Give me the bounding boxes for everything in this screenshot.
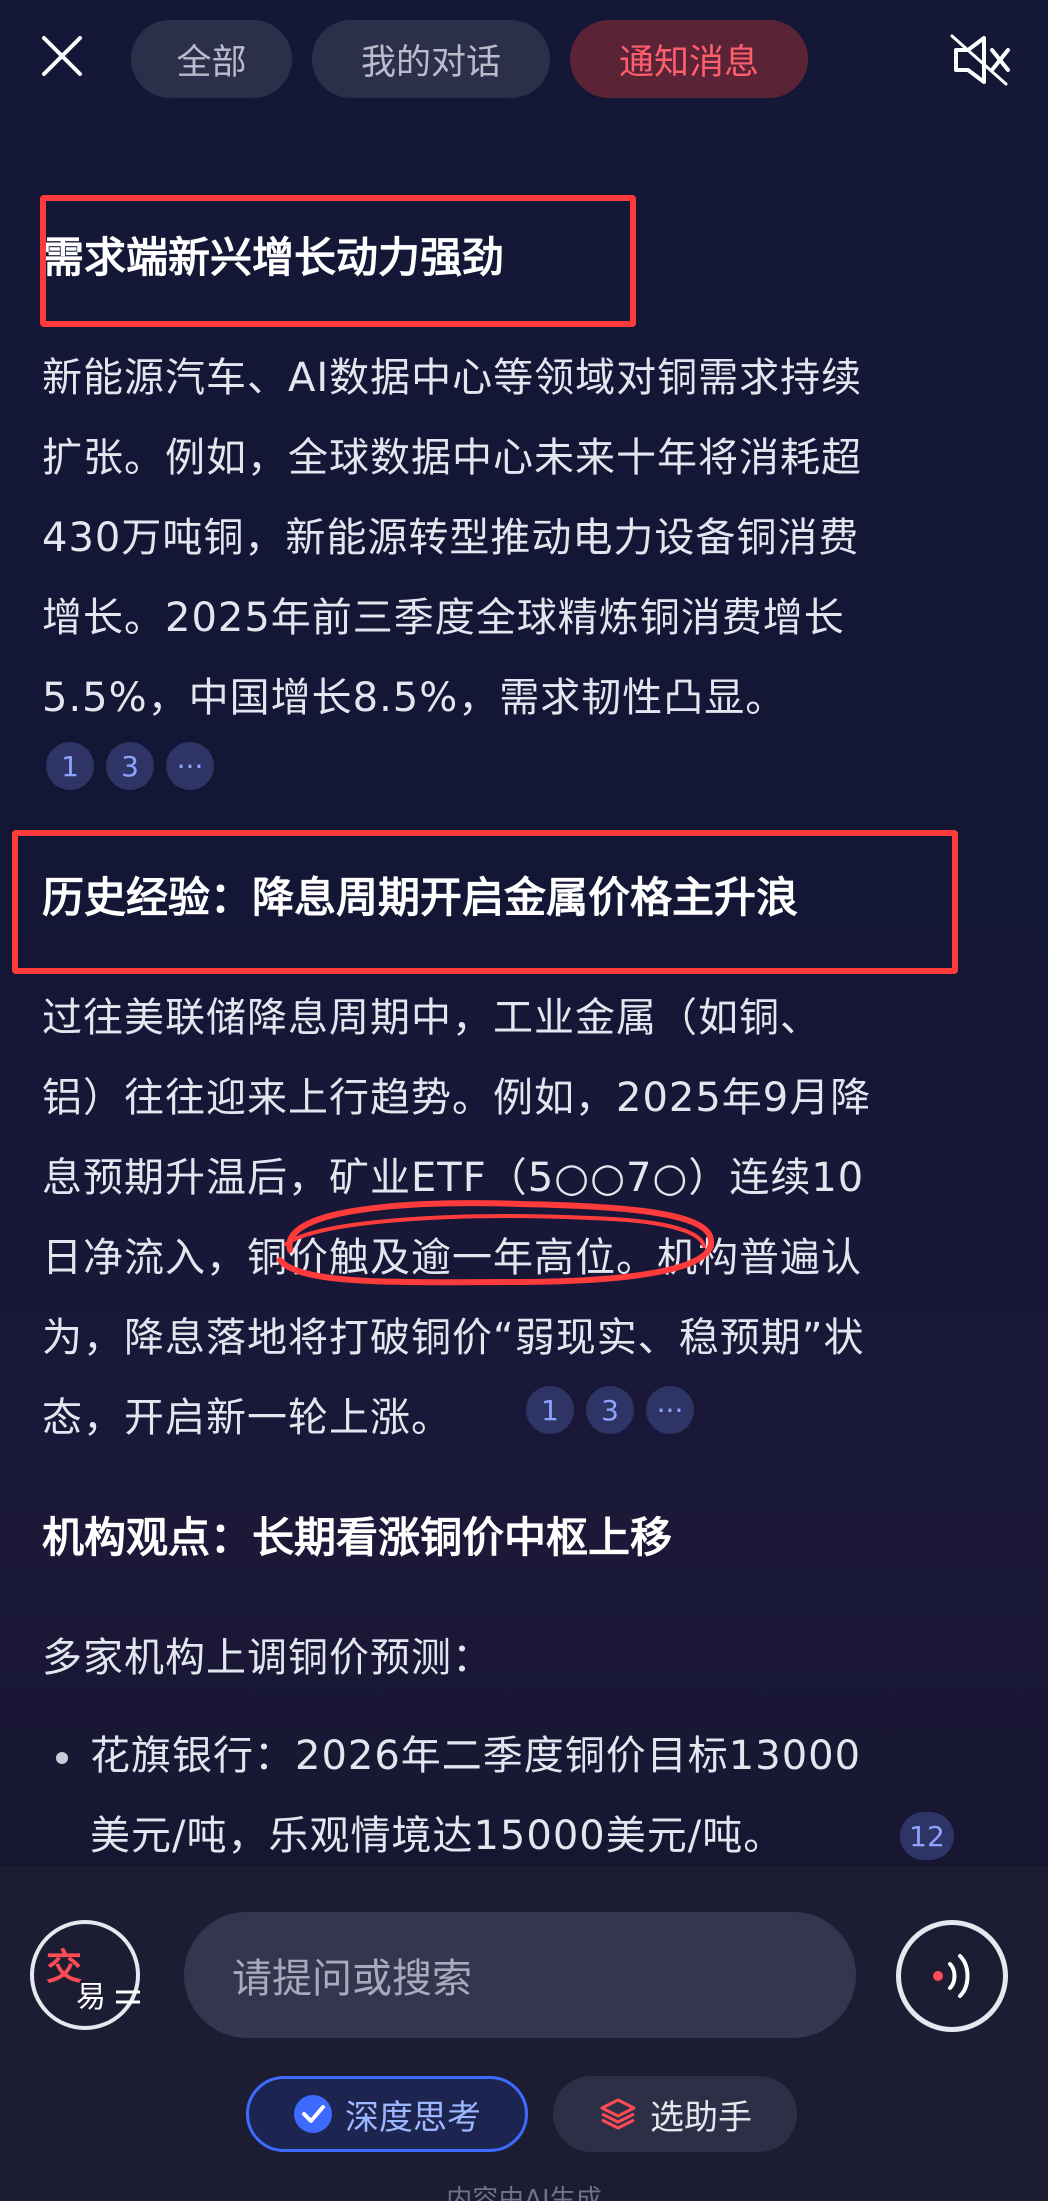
paragraph-line: 为，降息落地将打破铜价“弱现实、稳预期”状: [42, 1315, 865, 1361]
mute-button[interactable]: [942, 22, 1018, 98]
top-bar: 全部 我的对话 通知消息: [0, 0, 1048, 120]
paragraph-line: 5.5%，中国增长8.5%，需求韧性凸显。: [42, 675, 787, 721]
check-circle-icon: [294, 2095, 332, 2133]
composer-panel: 交 易 请提问或搜索 深度思考 选助手 内容由AI生成: [0, 1866, 1048, 2201]
close-button[interactable]: [32, 26, 92, 86]
speaker-muted-icon: [950, 34, 1010, 86]
tab-all[interactable]: 全部: [131, 20, 292, 98]
paragraph-line: 扩张。例如，全球数据中心未来十年将消耗超: [42, 435, 862, 481]
reference-badges: 1 3 ···: [526, 1386, 694, 1434]
switch-icon: [116, 1990, 140, 2004]
bullet-line: 花旗银行：2026年二季度铜价目标13000: [90, 1733, 862, 1779]
reference-badge[interactable]: 12: [900, 1812, 954, 1860]
bullet-line: 美元/吨，乐观情境达15000美元/吨。: [90, 1813, 785, 1859]
reference-badge[interactable]: 1: [46, 742, 94, 790]
tab-notifications[interactable]: 通知消息: [570, 20, 808, 98]
tab-my-conversations[interactable]: 我的对话: [312, 20, 550, 98]
paragraph-line: 过往美联储降息周期中，工业金属（如铜、: [42, 995, 821, 1041]
notification-detail-page: 全部 我的对话 通知消息 需求端新兴增长动力强劲 新能源汽车、AI数据中心等领域…: [0, 0, 1048, 2201]
ai-disclaimer: 内容由AI生成: [446, 2185, 602, 2201]
reference-badge[interactable]: 3: [106, 742, 154, 790]
search-input[interactable]: 请提问或搜索: [184, 1912, 856, 2038]
deep-thinking-toggle[interactable]: 深度思考: [246, 2076, 528, 2152]
paragraph-line: 新能源汽车、AI数据中心等领域对铜需求持续: [42, 355, 863, 401]
voice-wave-icon: [933, 1954, 970, 1998]
paragraph-line: 430万吨铜，新能源转型推动电力设备铜消费: [42, 515, 860, 561]
more-references-badge[interactable]: ···: [646, 1386, 694, 1434]
paragraph-line: 铝）往往迎来上行趋势。例如，2025年9月降: [42, 1075, 872, 1121]
chip-label: 选助手: [650, 2097, 752, 2138]
reference-badge[interactable]: 3: [586, 1386, 634, 1434]
bullet-dot: [56, 1752, 68, 1764]
trading-assistant-button[interactable]: 交 易: [30, 1920, 140, 2030]
layers-icon: [600, 2098, 636, 2130]
more-references-badge[interactable]: ···: [166, 742, 214, 790]
section-heading: 机构观点：长期看涨铜价中枢上移: [42, 1513, 673, 1562]
logo-char: 易: [76, 1980, 106, 2015]
highlight-box: [12, 830, 958, 974]
reference-badges: 12: [900, 1812, 954, 1860]
highlight-box: [40, 195, 636, 327]
highlight-scribble: [277, 1200, 715, 1286]
reference-badges: 1 3 ···: [46, 742, 214, 790]
reference-badge[interactable]: 1: [526, 1386, 574, 1434]
close-icon: [42, 36, 82, 76]
chip-label: 深度思考: [345, 2097, 481, 2138]
voice-input-button[interactable]: [896, 1920, 1008, 2032]
paragraph-line: 增长。2025年前三季度全球精炼铜消费增长: [42, 595, 845, 641]
bullet-item: 花旗银行：2026年二季度铜价目标13000 美元/吨，乐观情境达15000美元…: [90, 1716, 1020, 1876]
section-intro: 多家机构上调铜价预测：: [42, 1635, 493, 1681]
select-assistant-button[interactable]: 选助手: [553, 2076, 797, 2152]
section-paragraph: 新能源汽车、AI数据中心等领域对铜需求持续 扩张。例如，全球数据中心未来十年将消…: [42, 338, 1017, 738]
